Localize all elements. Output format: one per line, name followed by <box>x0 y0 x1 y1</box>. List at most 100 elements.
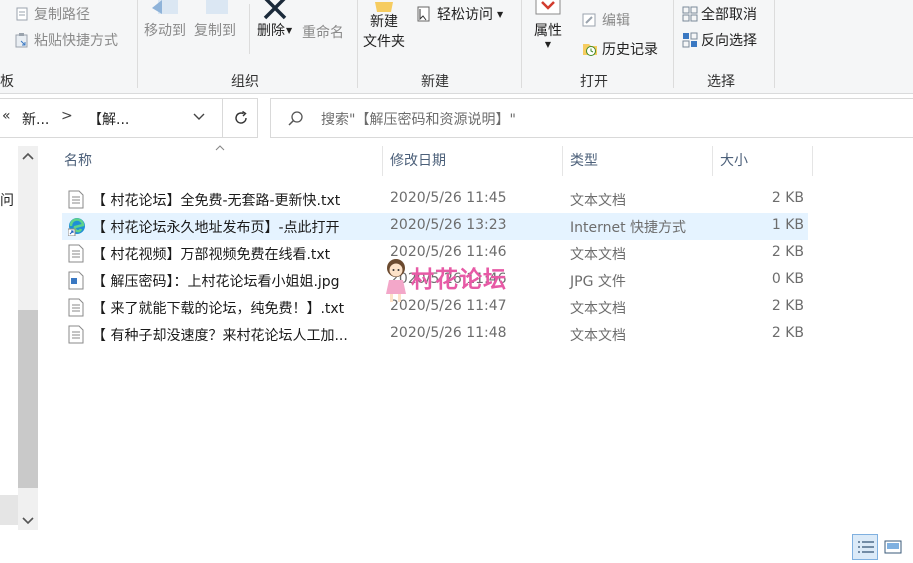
move-to-label: 移动到 <box>144 23 186 39</box>
edit-icon <box>581 12 597 28</box>
organize-group-label: 组织 <box>231 74 259 90</box>
file-name: 【 村花视频】万部视频免费在线看.txt <box>92 247 331 263</box>
file-date: 2020/5/26 11:45 <box>390 190 507 206</box>
file-type: 文本文档 <box>570 328 626 344</box>
select-group-label: 选择 <box>707 74 735 90</box>
file-size: 2 KB <box>771 325 804 341</box>
scroll-up-icon[interactable] <box>21 150 35 166</box>
copy-path-icon <box>14 6 30 22</box>
column-divider[interactable] <box>382 146 383 176</box>
nav-item-highlight <box>0 495 18 525</box>
open-group-label: 打开 <box>580 74 608 90</box>
text-file-icon <box>68 244 84 263</box>
file-name: 【 解压密码】：上村花论坛看小姐姐.jpg <box>92 274 340 290</box>
paste-shortcut-label: 粘贴快捷方式 <box>34 33 118 49</box>
file-type: Internet 快捷方式 <box>570 220 687 236</box>
file-size: 2 KB <box>771 298 804 314</box>
copy-to-label: 复制到 <box>194 23 236 39</box>
select-none-icon <box>682 6 698 22</box>
delete-button[interactable]: 删除 ▼ <box>257 0 292 40</box>
easy-access-icon <box>414 5 432 23</box>
easy-access-label: 轻松访问 <box>437 7 493 23</box>
file-name: 【 村花论坛永久地址发布页】-点此打开 <box>92 220 340 236</box>
refresh-icon <box>232 109 250 131</box>
group-divider <box>249 4 250 54</box>
move-to-button[interactable]: 移动到 <box>144 0 186 40</box>
copy-path-button[interactable]: 复制路径 <box>14 4 90 24</box>
invert-selection-button[interactable]: 反向选择 <box>682 30 757 50</box>
nav-item-partial[interactable]: 问 <box>0 190 14 210</box>
address-bar[interactable]: « 新... > 【解... <box>0 98 258 138</box>
file-name: 【 有种子却没速度？来村花论坛人工加... <box>92 328 348 344</box>
breadcrumb-separator-icon[interactable]: > <box>61 108 73 124</box>
history-icon <box>581 40 599 58</box>
file-date: 2020/5/26 11:48 <box>390 325 507 341</box>
paste-shortcut-icon <box>14 32 30 48</box>
edit-button[interactable]: 编辑 <box>581 10 630 30</box>
delete-x-icon <box>259 0 291 20</box>
file-row[interactable]: 【 有种子却没速度？来村花论坛人工加... 2020/5/26 11:48 文本文档… <box>62 321 808 348</box>
delete-label-wrap: 删除 ▼ <box>257 20 292 40</box>
file-type: 文本文档 <box>570 193 626 209</box>
group-divider <box>357 0 358 88</box>
breadcrumb-overflow-button[interactable]: « <box>2 108 11 124</box>
copy-to-button[interactable]: 复制到 <box>194 0 236 40</box>
file-row[interactable]: 【 村花论坛】全免费-无套路-更新快.txt 2020/5/26 11:45 文本文… <box>62 186 808 213</box>
edit-label: 编辑 <box>602 13 630 29</box>
new-group-label: 新建 <box>421 74 449 90</box>
easy-access-button[interactable]: 轻松访问 ▼ <box>414 4 503 24</box>
details-view-button[interactable] <box>852 534 878 560</box>
dropdown-arrow-icon: ▼ <box>497 9 504 19</box>
nav-scrollbar-thumb[interactable] <box>18 310 38 488</box>
column-divider[interactable] <box>562 146 563 176</box>
group-divider <box>137 0 138 88</box>
column-header-name[interactable]: 名称 <box>64 150 92 170</box>
cartoon-girl-icon <box>383 258 413 310</box>
column-header-type[interactable]: 类型 <box>570 150 598 170</box>
file-size: 0 KB <box>771 271 804 287</box>
column-header-size[interactable]: 大小 <box>720 150 748 170</box>
chevron-down-icon[interactable] <box>192 109 206 127</box>
rename-label: 重命名 <box>302 25 344 41</box>
search-icon <box>287 110 305 132</box>
group-divider <box>774 0 775 88</box>
breadcrumb-item[interactable]: 新... <box>22 109 49 129</box>
breadcrumb-item-current[interactable]: 【解... <box>88 109 129 129</box>
details-view-icon <box>857 540 875 558</box>
invert-selection-icon <box>682 32 698 48</box>
new-folder-button[interactable]: 新建 文件夹 <box>363 0 405 52</box>
properties-button[interactable]: 属性 ▼ <box>533 0 563 49</box>
file-row[interactable]: 【 村花论坛永久地址发布页】-点此打开 2020/5/26 13:23 Intern… <box>62 213 808 240</box>
column-header-date[interactable]: 修改日期 <box>390 150 446 170</box>
history-button[interactable]: 历史记录 <box>581 39 658 59</box>
ribbon: 复制路径 粘贴快捷方式 板 移动到 复制到 删除 ▼ 重命名 组织 新建 文件夹… <box>0 0 913 94</box>
search-box[interactable]: 搜索"【解压密码和资源说明】" <box>270 98 913 138</box>
rename-button[interactable]: 重命名 <box>302 22 344 42</box>
properties-label: 属性 <box>534 23 562 39</box>
move-to-icon <box>148 0 182 20</box>
column-divider[interactable] <box>712 146 713 176</box>
image-file-icon <box>68 271 84 290</box>
file-size: 2 KB <box>771 190 804 206</box>
dropdown-arrow-icon: ▼ <box>286 25 293 35</box>
paste-shortcut-button[interactable]: 粘贴快捷方式 <box>14 30 118 50</box>
watermark-text: 村花论坛 <box>411 267 507 293</box>
file-size: 2 KB <box>771 244 804 260</box>
copy-path-label: 复制路径 <box>34 7 90 23</box>
group-divider <box>673 0 674 88</box>
column-divider[interactable] <box>812 146 813 176</box>
file-name: 【 村花论坛】全免费-无套路-更新快.txt <box>92 193 341 209</box>
file-type: 文本文档 <box>570 301 626 317</box>
invert-selection-label: 反向选择 <box>701 33 757 49</box>
file-date: 2020/5/26 13:23 <box>390 217 507 233</box>
select-none-label: 全部取消 <box>701 7 757 23</box>
select-none-button[interactable]: 全部取消 <box>682 4 757 24</box>
large-icons-view-icon <box>884 540 902 558</box>
refresh-button[interactable] <box>222 98 258 138</box>
large-icons-view-button[interactable] <box>880 534 906 560</box>
file-row[interactable]: 【 来了就能下载的论坛，纯免费！】.txt 2020/5/26 11:47 文本文档… <box>62 294 808 321</box>
clipboard-group-label: 板 <box>0 74 14 90</box>
file-size: 1 KB <box>771 217 804 233</box>
scroll-down-icon[interactable] <box>21 515 35 531</box>
file-type: 文本文档 <box>570 247 626 263</box>
